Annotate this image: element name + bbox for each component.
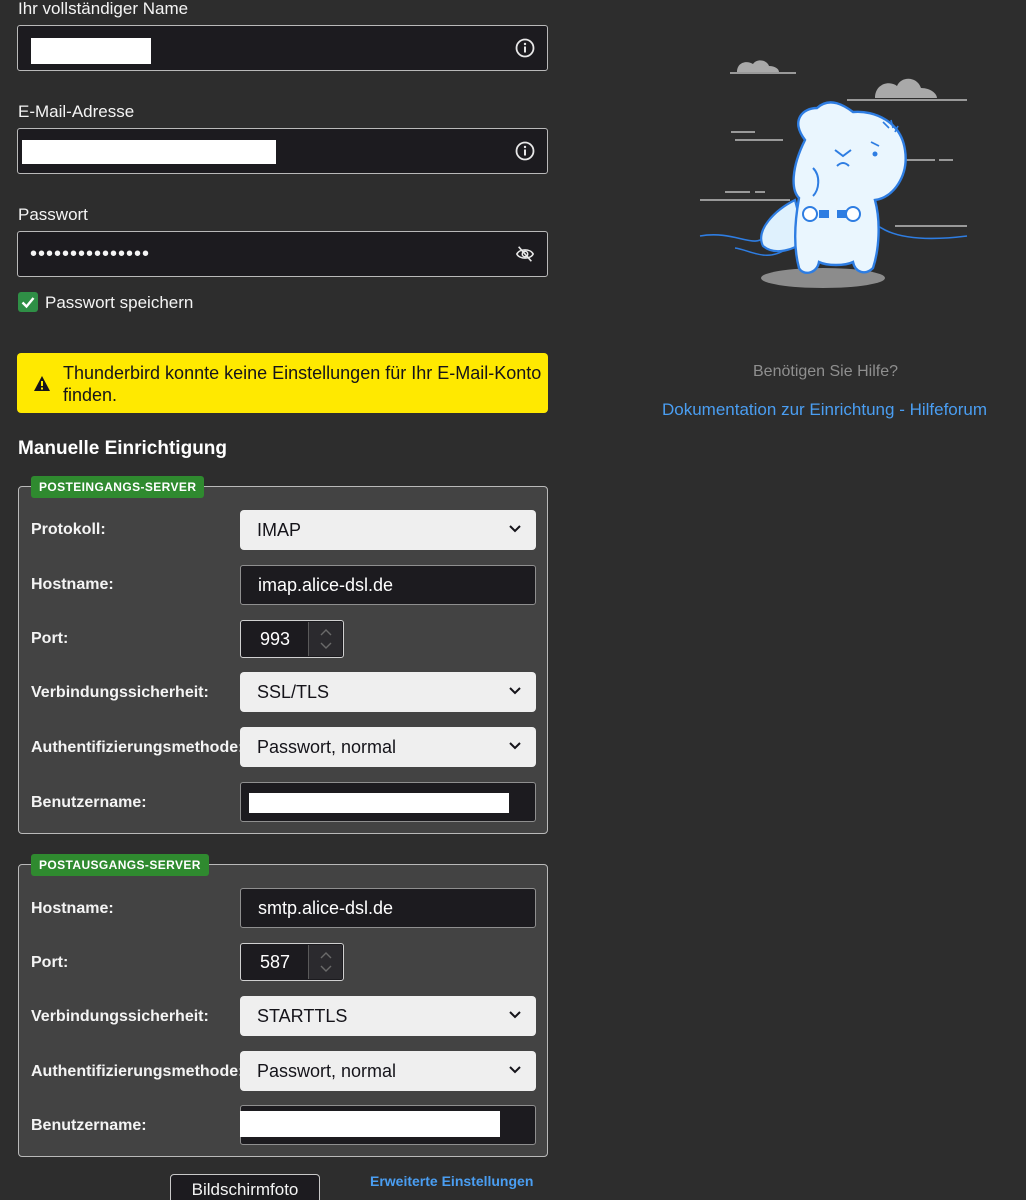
chevron-down-icon <box>509 742 521 750</box>
chevron-up-icon[interactable] <box>320 628 332 636</box>
outgoing-hostname-input[interactable]: smtp.alice-dsl.de <box>240 888 536 928</box>
outgoing-port-stepper[interactable]: 587 <box>240 943 344 981</box>
outgoing-port-value: 587 <box>260 952 291 972</box>
protocol-label: Protokoll: <box>31 521 106 538</box>
help-question: Benötigen Sie Hilfe? <box>753 363 898 380</box>
outgoing-port-label: Port: <box>31 954 69 971</box>
chevron-down-icon <box>509 1011 521 1019</box>
screenshot-button[interactable]: Bildschirmfoto <box>170 1174 320 1200</box>
chevron-up-icon[interactable] <box>320 951 332 959</box>
redacted-value <box>249 793 509 813</box>
incoming-hostname-label: Hostname: <box>31 576 114 593</box>
incoming-auth-value: Passwort, normal <box>257 737 397 757</box>
outgoing-security-value: STARTTLS <box>257 1006 348 1026</box>
support-forum-link[interactable]: Hilfeforum <box>910 400 987 419</box>
protocol-select[interactable]: IMAP <box>240 510 536 550</box>
documentation-link[interactable]: Dokumentation zur Einrichtung <box>662 400 894 419</box>
redacted-value <box>31 38 151 64</box>
port-spin-buttons[interactable] <box>308 945 342 979</box>
protocol-value: IMAP <box>257 520 302 540</box>
incoming-auth-select[interactable]: Passwort, normal <box>240 727 536 767</box>
chevron-down-icon <box>509 1066 521 1074</box>
password-field[interactable]: ••••••••••••••• <box>17 231 548 277</box>
advanced-settings-link[interactable]: Erweiterte Einstellungen <box>370 1173 533 1189</box>
incoming-security-select[interactable]: SSL/TLS <box>240 672 536 712</box>
remember-password-checkbox[interactable] <box>18 292 38 312</box>
incoming-username-label: Benutzername: <box>31 794 147 811</box>
incoming-port-value: 993 <box>260 629 291 649</box>
outgoing-username-label: Benutzername: <box>31 1117 147 1134</box>
redacted-value <box>22 140 276 164</box>
outgoing-auth-select[interactable]: Passwort, normal <box>240 1051 536 1091</box>
sad-mascot-illustration <box>699 60 968 288</box>
outgoing-hostname-value: smtp.alice-dsl.de <box>258 898 394 918</box>
incoming-username-input[interactable] <box>240 782 536 822</box>
incoming-server-legend: POSTEINGANGS-SERVER <box>31 476 205 498</box>
chevron-down-icon[interactable] <box>320 965 332 973</box>
outgoing-server-section: POSTAUSGANGS-SERVER Hostname: smtp.alice… <box>18 854 548 1157</box>
manual-setup-title: Manuelle Einrichtigung <box>18 438 228 459</box>
outgoing-server-legend: POSTAUSGANGS-SERVER <box>31 854 209 876</box>
warning-icon <box>34 376 50 391</box>
outgoing-auth-value: Passwort, normal <box>257 1061 397 1081</box>
incoming-auth-label: Authentifizierungsmethode: <box>31 739 244 756</box>
outgoing-security-select[interactable]: STARTTLS <box>240 996 536 1036</box>
incoming-security-value: SSL/TLS <box>257 682 330 702</box>
chevron-down-icon[interactable] <box>320 642 332 650</box>
account-setup-page: Ihr vollständiger Name E-Mail-Adresse Pa… <box>0 0 1026 1200</box>
outgoing-security-label: Verbindungssicherheit: <box>31 1008 209 1025</box>
info-icon[interactable] <box>515 38 535 58</box>
chevron-down-icon <box>509 525 521 533</box>
name-field[interactable] <box>17 25 548 71</box>
name-label: Ihr vollständiger Name <box>18 0 189 18</box>
outgoing-username-input[interactable] <box>240 1105 536 1145</box>
email-label: E-Mail-Adresse <box>18 102 135 121</box>
incoming-security-label: Verbindungssicherheit: <box>31 684 209 701</box>
incoming-port-stepper[interactable]: 993 <box>240 620 344 658</box>
link-separator: - <box>894 400 910 419</box>
warning-banner: Thunderbird konnte keine Einstellungen f… <box>17 353 548 413</box>
warning-text: Thunderbird konnte keine Einstellungen f… <box>63 363 542 405</box>
remember-password-label[interactable]: Passwort speichern <box>45 293 193 313</box>
email-field[interactable] <box>17 128 548 174</box>
eye-off-icon[interactable] <box>515 244 535 264</box>
incoming-server-section: POSTEINGANGS-SERVER Protokoll: IMAP Host… <box>18 476 548 834</box>
outgoing-auth-label: Authentifizierungsmethode: <box>31 1063 244 1080</box>
port-spin-buttons[interactable] <box>308 622 342 656</box>
info-icon[interactable] <box>515 141 535 161</box>
incoming-hostname-input[interactable]: imap.alice-dsl.de <box>240 565 536 605</box>
password-label: Passwort <box>18 205 88 224</box>
password-value: ••••••••••••••• <box>30 243 151 265</box>
incoming-port-label: Port: <box>31 630 69 647</box>
help-links: Dokumentation zur Einrichtung - Hilfefor… <box>662 400 987 420</box>
outgoing-hostname-label: Hostname: <box>31 900 114 917</box>
chevron-down-icon <box>509 687 521 695</box>
redacted-value <box>240 1111 500 1137</box>
checkmark-icon <box>21 297 35 309</box>
incoming-hostname-value: imap.alice-dsl.de <box>258 575 394 595</box>
